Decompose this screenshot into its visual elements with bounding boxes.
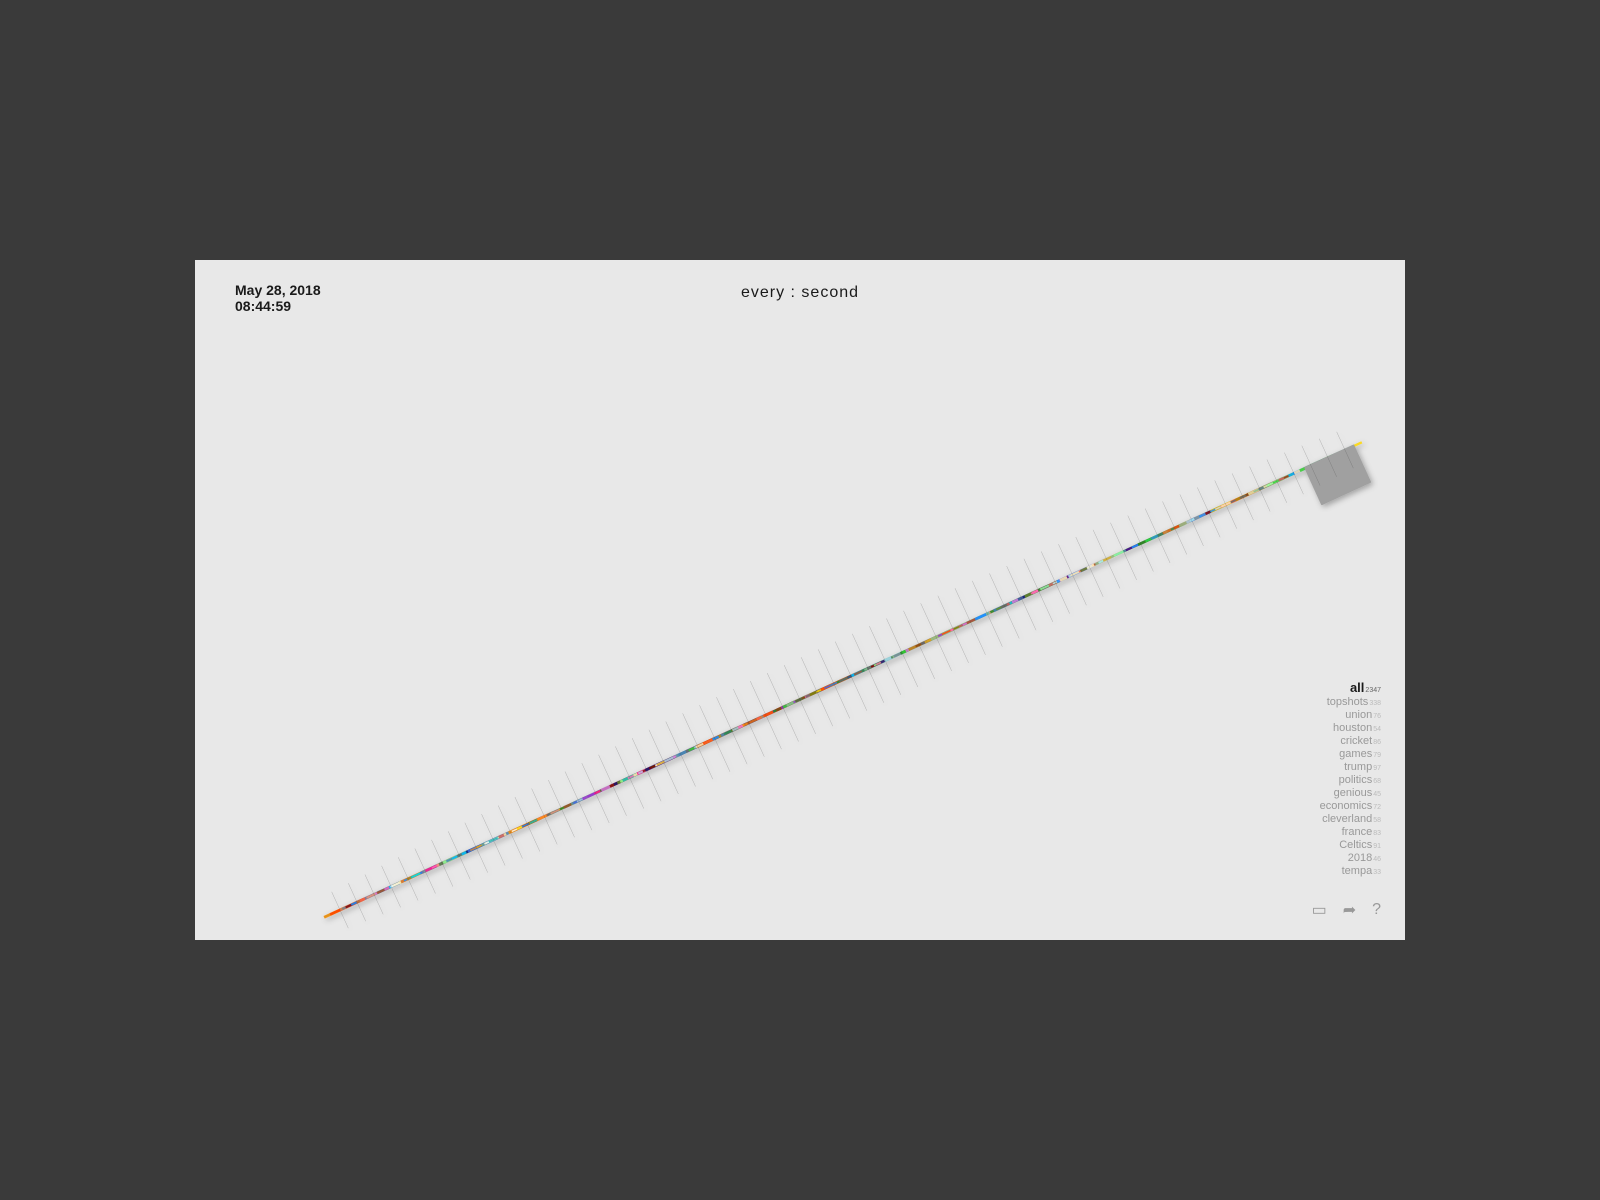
tag-name: france	[1342, 826, 1373, 838]
tag-count: 97	[1373, 765, 1381, 772]
help-icon[interactable]: ?	[1372, 901, 1381, 919]
tag-count: 79	[1373, 752, 1381, 759]
bottom-icons: ▭ ➦ ?	[1312, 900, 1381, 920]
tag-name: Celtics	[1339, 839, 1372, 851]
tag-item[interactable]: genious45	[1334, 787, 1381, 799]
tag-name: tempa	[1342, 865, 1373, 877]
page-title: every : second	[741, 284, 859, 302]
tag-count: 86	[1373, 739, 1381, 746]
tag-name: houston	[1333, 722, 1372, 734]
tag-item[interactable]: Celtics91	[1339, 839, 1381, 851]
datetime-display: May 28, 2018 08:44:59	[235, 282, 321, 314]
tag-name: trump	[1344, 761, 1372, 773]
tag-item[interactable]: 201846	[1348, 852, 1381, 864]
tag-count: 83	[1373, 830, 1381, 837]
tag-item[interactable]: all2347	[1350, 680, 1381, 695]
tag-list: all2347topshots338union76houston54cricke…	[1320, 680, 1381, 877]
tag-item[interactable]: trump97	[1344, 761, 1381, 773]
tag-name: 2018	[1348, 852, 1372, 864]
tag-item[interactable]: games79	[1339, 748, 1381, 760]
tag-item[interactable]: france83	[1342, 826, 1381, 838]
date-label: May 28, 2018	[235, 282, 321, 298]
tag-name: cleverland	[1322, 813, 1372, 825]
tag-name: all	[1350, 680, 1364, 695]
tag-count: 338	[1369, 700, 1381, 707]
tag-count: 2347	[1365, 687, 1381, 694]
image-stack	[195, 260, 1405, 940]
tag-item[interactable]: topshots338	[1327, 696, 1381, 708]
tag-name: games	[1339, 748, 1372, 760]
share-icon[interactable]: ➦	[1343, 900, 1356, 920]
tag-item[interactable]: economics72	[1320, 800, 1381, 812]
tag-item[interactable]: cricket86	[1340, 735, 1381, 747]
tag-item[interactable]: houston54	[1333, 722, 1381, 734]
main-window: May 28, 2018 08:44:59 every : second all…	[195, 260, 1405, 940]
tag-count: 76	[1373, 713, 1381, 720]
tag-name: topshots	[1327, 696, 1369, 708]
tag-count: 91	[1373, 843, 1381, 850]
tag-count: 58	[1373, 817, 1381, 824]
tag-count: 45	[1373, 791, 1381, 798]
tag-item[interactable]: union76	[1345, 709, 1381, 721]
tag-item[interactable]: tempa33	[1342, 865, 1381, 877]
tag-count: 46	[1373, 856, 1381, 863]
tag-item[interactable]: politics68	[1339, 774, 1381, 786]
tag-name: politics	[1339, 774, 1373, 786]
tag-name: union	[1345, 709, 1372, 721]
tag-count: 72	[1373, 804, 1381, 811]
tag-count: 54	[1373, 726, 1381, 733]
tag-count: 33	[1373, 869, 1381, 876]
tag-name: genious	[1334, 787, 1373, 799]
time-label: 08:44:59	[235, 298, 321, 314]
tag-name: cricket	[1340, 735, 1372, 747]
tag-name: economics	[1320, 800, 1373, 812]
bookmark-icon[interactable]: ▭	[1312, 900, 1327, 920]
tag-item[interactable]: cleverland58	[1322, 813, 1381, 825]
tag-count: 68	[1373, 778, 1381, 785]
